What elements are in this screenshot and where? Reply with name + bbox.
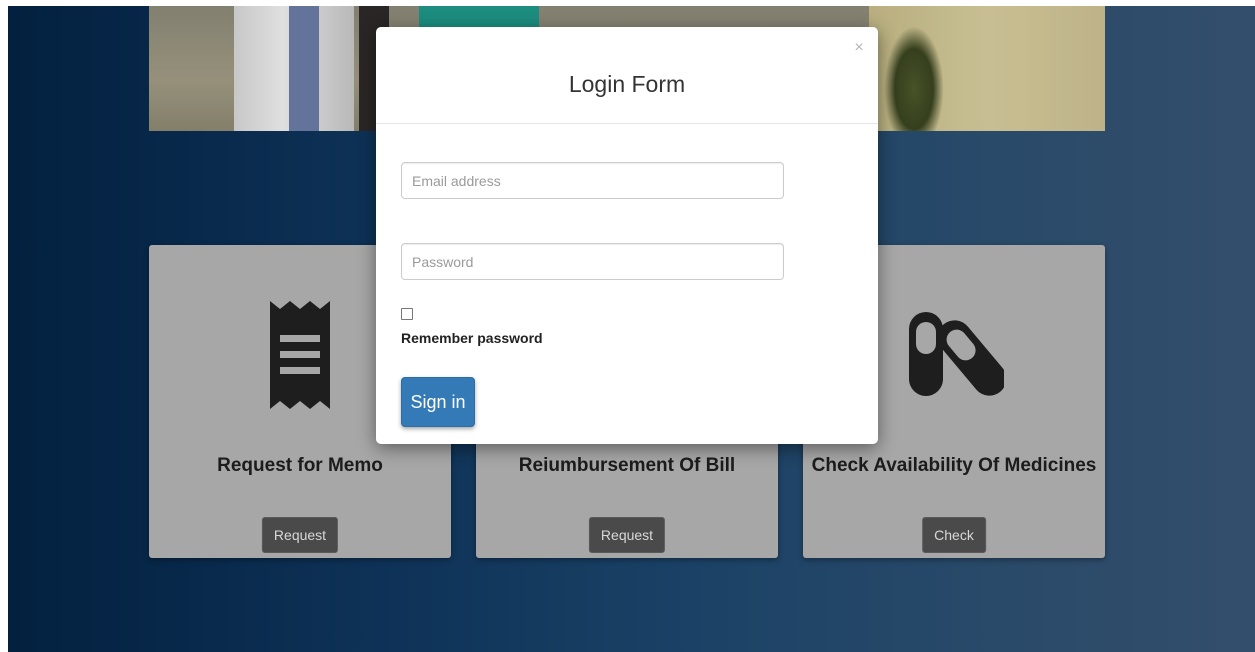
- password-field[interactable]: [401, 243, 784, 280]
- modal-header: Login Form ×: [376, 27, 878, 124]
- email-field[interactable]: [401, 162, 784, 199]
- modal-title: Login Form: [568, 71, 686, 97]
- page-background: Request for Memo Request Reiumbursement …: [8, 6, 1255, 652]
- close-icon[interactable]: ×: [852, 40, 866, 56]
- remember-checkbox[interactable]: [401, 308, 413, 320]
- login-modal: Login Form × Remember password Sign in: [376, 27, 878, 444]
- remember-label: Remember password: [401, 330, 543, 346]
- signin-button[interactable]: Sign in: [401, 377, 475, 427]
